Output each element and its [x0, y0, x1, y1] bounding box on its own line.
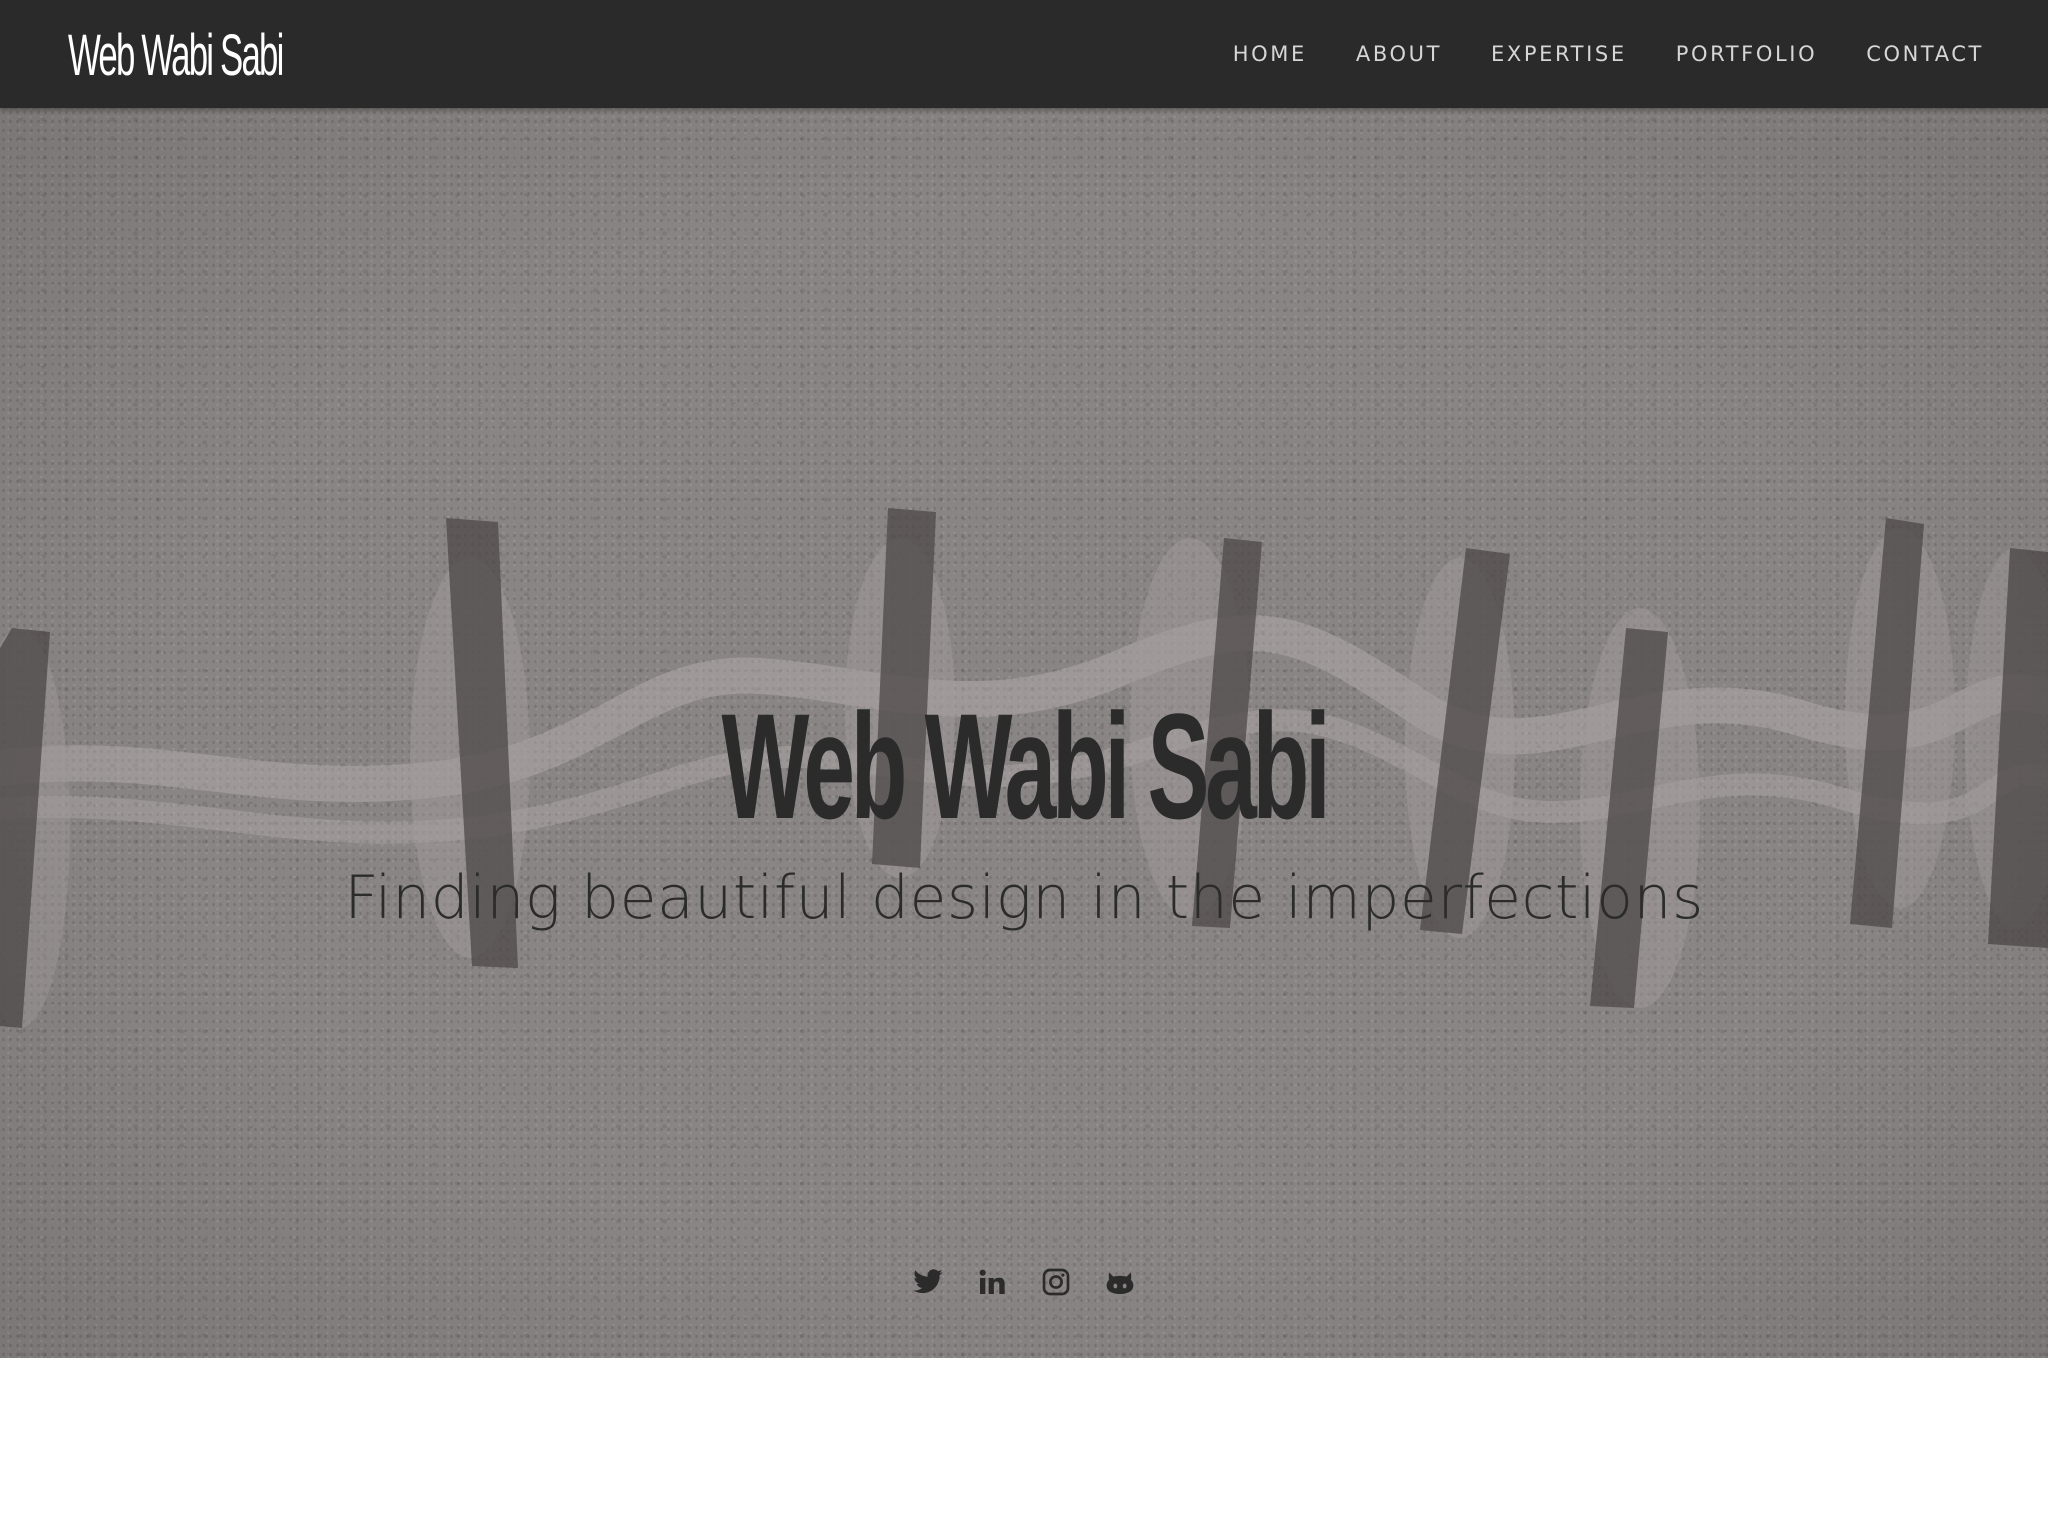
nav-item-home[interactable]: HOME — [1233, 42, 1307, 66]
nav-menu: HOME ABOUT EXPERTISE PORTFOLIO CONTACT — [1184, 0, 1984, 108]
hero-subtitle: Finding beautiful design in the imperfec… — [344, 863, 1704, 933]
twitter-link[interactable] — [912, 1266, 944, 1298]
content-area — [0, 1358, 2048, 1536]
instagram-link[interactable] — [1040, 1266, 1072, 1298]
linkedin-icon — [979, 1269, 1005, 1294]
nav-item-contact[interactable]: CONTACT — [1866, 42, 1984, 66]
brand-logo[interactable]: Web Wabi Sabi — [68, 24, 284, 88]
navbar: Web Wabi Sabi HOME ABOUT EXPERTISE PORTF… — [0, 0, 2048, 108]
social-links — [0, 1266, 2048, 1302]
github-icon — [1106, 1272, 1134, 1294]
nav-item-portfolio[interactable]: PORTFOLIO — [1676, 42, 1818, 66]
twitter-icon — [913, 1269, 943, 1294]
nav-item-expertise[interactable]: EXPERTISE — [1491, 42, 1627, 66]
github-link[interactable] — [1104, 1266, 1136, 1298]
hero-title: Web Wabi Sabi — [721, 681, 1331, 850]
hero-section: Web Wabi Sabi Finding beautiful design i… — [0, 108, 2048, 1358]
linkedin-link[interactable] — [976, 1266, 1008, 1298]
nav-item-about[interactable]: ABOUT — [1356, 42, 1442, 66]
instagram-icon — [1042, 1268, 1070, 1296]
